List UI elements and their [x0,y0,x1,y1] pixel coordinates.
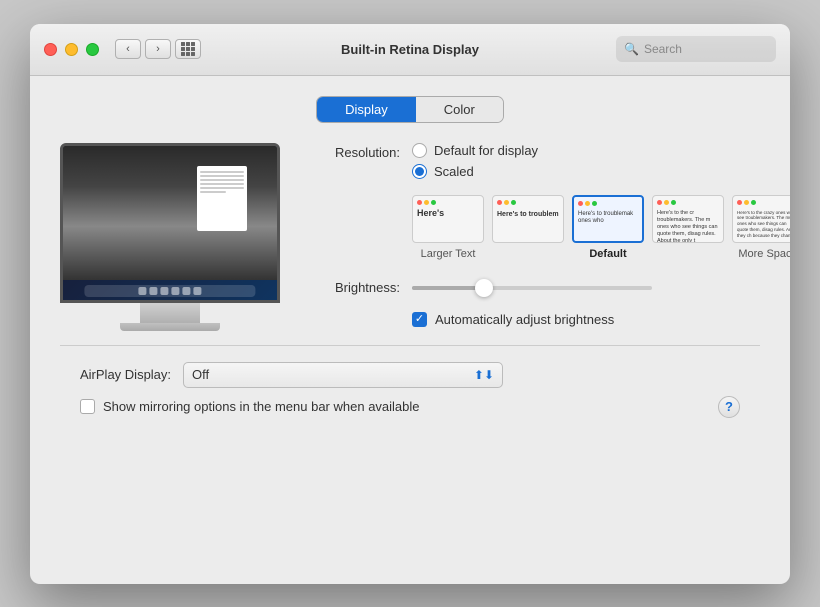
resolution-default-radio[interactable] [412,143,427,158]
preview-text-default: Here's to troublemak ones who [578,211,638,227]
window-title: Built-in Retina Display [341,42,479,57]
back-button[interactable]: ‹ [115,39,141,59]
airplay-row: AirPlay Display: Off ⬆⬇ [70,362,750,388]
bottom-area: AirPlay Display: Off ⬆⬇ Show mirroring o… [60,362,760,418]
brightness-slider-thumb[interactable] [475,279,493,297]
airplay-value: Off [192,367,209,382]
titlebar: ‹ › Built-in Retina Display 🔍 Search [30,24,790,76]
preview-text-lg: Here's [417,208,479,218]
mirroring-row: Show mirroring options in the menu bar w… [70,388,750,418]
mirroring-checkbox[interactable] [80,399,95,414]
monitor-preview [60,143,280,303]
resolution-scaled-label: Scaled [434,164,474,179]
mirroring-left: Show mirroring options in the menu bar w… [80,399,420,414]
ptl-green [431,200,436,205]
ptl-yellow [424,200,429,205]
ptl-red [417,200,422,205]
scaled-option-default[interactable]: Here's to troublemak ones who Default [572,195,644,260]
preview-text-more-space: Here's to the crazy ones who see trouble… [737,210,790,239]
resolution-scaled-radio[interactable] [412,164,427,179]
preview-text-2: Here's to troublem [497,210,559,219]
checkmark-icon: ✓ [415,314,424,325]
preview-traffic-4 [657,200,676,205]
tabs-container: Display Color [60,96,760,123]
nav-buttons: ‹ › [115,39,171,59]
system-preferences-window: ‹ › Built-in Retina Display 🔍 Search Dis… [30,24,790,584]
select-arrows-icon: ⬆⬇ [474,368,494,382]
search-placeholder: Search [644,42,682,56]
scaled-option-more-space[interactable]: Here's to the crazy ones who see trouble… [732,195,790,260]
preview-text-4: Here's to the cr troublemakers. The m on… [657,210,719,243]
resolution-default-label: Default for display [434,143,538,158]
scaled-preview-larger-text: Here's [412,195,484,243]
radio-inner-dot [415,167,424,176]
search-icon: 🔍 [624,42,639,56]
scaled-preview-4: Here's to the cr troublemakers. The m on… [652,195,724,243]
preview-traffic-more-space [737,200,756,205]
airplay-label: AirPlay Display: [80,367,171,382]
preview-traffic-default [578,201,597,206]
monitor-document [197,166,247,231]
auto-brightness-row: ✓ Automatically adjust brightness [412,312,790,327]
scaled-option-2[interactable]: Here's to troublem [492,195,564,260]
resolution-scaled-option[interactable]: Scaled [412,164,790,179]
mirroring-label: Show mirroring options in the menu bar w… [103,399,420,414]
help-button[interactable]: ? [718,396,740,418]
monitor-stand [140,303,200,323]
scaled-label-more-space: More Space [738,248,790,260]
search-box[interactable]: 🔍 Search [616,36,776,62]
scaled-preview-more-space: Here's to the crazy ones who see trouble… [732,195,790,243]
tab-group: Display Color [316,96,504,123]
scaled-preview-2: Here's to troublem [492,195,564,243]
minimize-button[interactable] [65,43,78,56]
brightness-section: Brightness: [310,278,790,298]
main-area: Resolution: Default for display Scaled [60,143,760,329]
scaled-preview-default: Here's to troublemak ones who [572,195,644,243]
scaled-options-container: Here's Larger Text [412,195,790,260]
brightness-slider-fill [412,286,484,290]
auto-brightness-checkbox[interactable]: ✓ [412,312,427,327]
brightness-slider-track [412,286,652,290]
tab-display[interactable]: Display [317,97,416,122]
brightness-slider-container[interactable] [412,278,652,298]
resolution-options: Default for display Scaled [412,143,790,260]
traffic-lights [44,43,99,56]
monitor-dock [84,285,255,297]
close-button[interactable] [44,43,57,56]
resolution-label: Resolution: [310,145,400,160]
preview-traffic-lights [417,200,436,205]
monitor-base [120,323,220,331]
resolution-section: Resolution: Default for display Scaled [310,143,790,260]
scaled-option-4[interactable]: Here's to the cr troublemakers. The m on… [652,195,724,260]
content-area: Display Color [30,76,790,584]
divider [60,345,760,346]
tab-color[interactable]: Color [416,97,503,122]
grid-button[interactable] [175,39,201,59]
scaled-label-larger-text: Larger Text [421,248,476,260]
brightness-label: Brightness: [310,280,400,295]
monitor-area [60,143,280,329]
forward-button[interactable]: › [145,39,171,59]
grid-icon [181,42,195,56]
airplay-select[interactable]: Off ⬆⬇ [183,362,503,388]
maximize-button[interactable] [86,43,99,56]
settings-area: Resolution: Default for display Scaled [310,143,790,327]
preview-traffic-2 [497,200,516,205]
resolution-default-option[interactable]: Default for display [412,143,790,158]
scaled-option-larger-text[interactable]: Here's Larger Text [412,195,484,260]
auto-brightness-label: Automatically adjust brightness [435,312,614,327]
scaled-label-default: Default [589,248,626,260]
monitor-screen [63,146,277,300]
